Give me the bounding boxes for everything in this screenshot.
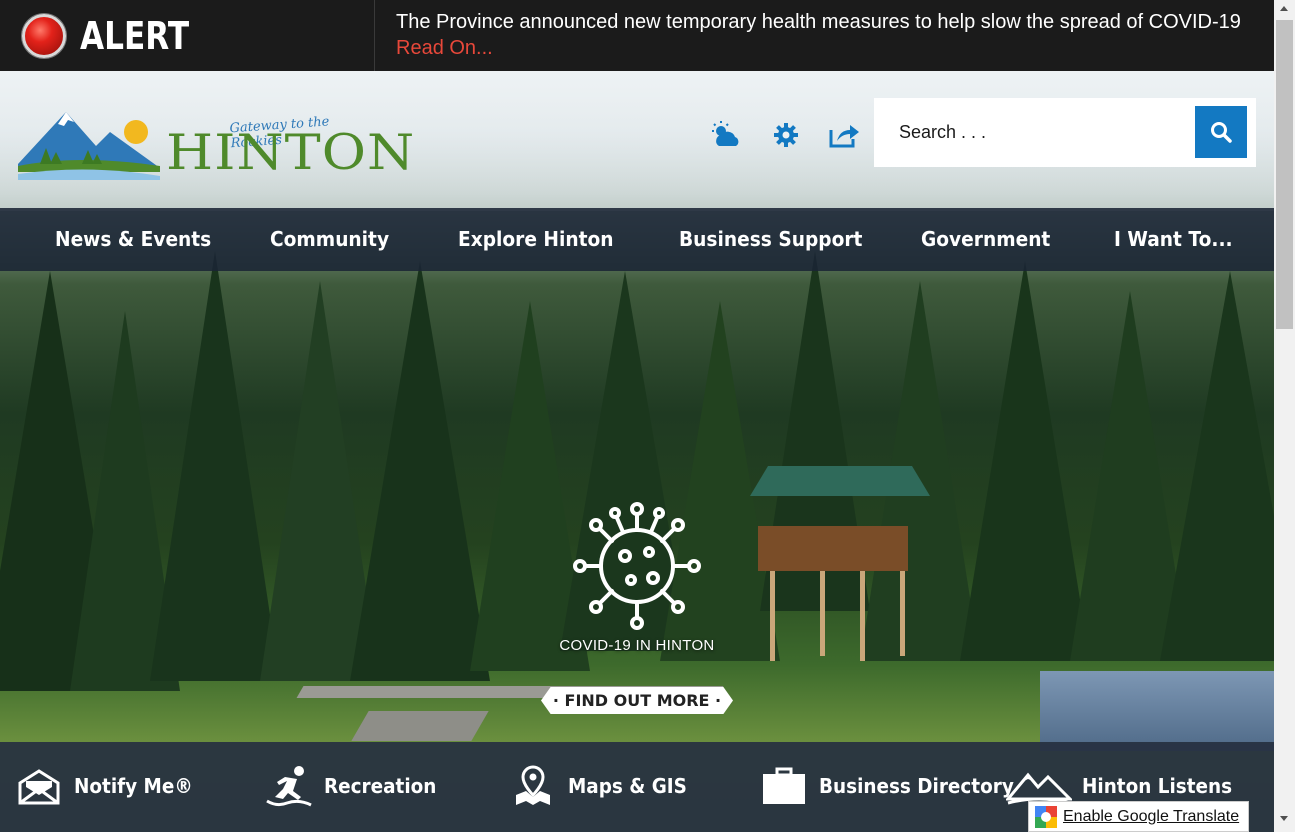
- main-navigation: News & Events Community Explore Hinton B…: [0, 208, 1274, 271]
- weather-icon[interactable]: [709, 119, 743, 151]
- scroll-up-arrow-icon[interactable]: [1280, 6, 1288, 11]
- tower-leg: [820, 571, 825, 656]
- search-button[interactable]: [1195, 106, 1247, 158]
- nav-item-news-events[interactable]: News & Events: [55, 208, 211, 271]
- search-icon: [1211, 122, 1232, 143]
- quick-link-label: Notify Me®: [74, 774, 193, 798]
- envelope-icon: [14, 764, 64, 808]
- tree-shape: [1160, 271, 1274, 661]
- quick-link-business-directory[interactable]: Business Directory: [759, 764, 1031, 808]
- find-out-more-button[interactable]: · FIND OUT MORE ·: [541, 687, 733, 714]
- hinton-logo[interactable]: Gateway to the Rockies HINTON: [18, 106, 414, 184]
- alert-light-icon: [22, 13, 66, 58]
- quick-link-label: Business Directory: [819, 774, 1014, 798]
- map-pin-icon: [508, 764, 558, 808]
- google-translate-button[interactable]: Enable Google Translate: [1028, 801, 1249, 832]
- observation-tower-roof: [750, 466, 930, 496]
- gear-icon-graphic: [774, 123, 798, 147]
- scrollbar-thumb[interactable]: [1276, 20, 1293, 329]
- alert-badge: ALERT: [0, 0, 375, 71]
- weather-icon-graphic: [712, 121, 739, 146]
- alert-content: The Province announced new temporary hea…: [375, 0, 1241, 71]
- hero-caption: COVID-19 IN HINTON: [559, 637, 715, 654]
- search-input[interactable]: [874, 98, 1195, 167]
- nav-item-community[interactable]: Community: [270, 208, 389, 271]
- share-icon-graphic: [829, 125, 859, 148]
- observation-tower-deck: [758, 526, 908, 571]
- alert-message: The Province announced new temporary hea…: [396, 11, 1241, 33]
- logo-wordmark: HINTON: [166, 124, 416, 181]
- share-icon[interactable]: [827, 119, 861, 151]
- quick-link-notify-me[interactable]: Notify Me®: [14, 764, 203, 808]
- quick-link-recreation[interactable]: Recreation: [264, 764, 446, 808]
- page-scrollbar[interactable]: [1274, 0, 1295, 832]
- tree-shape: [350, 261, 490, 681]
- mountain-logo-icon: [18, 112, 160, 180]
- nav-item-business-support[interactable]: Business Support: [679, 208, 862, 271]
- scroll-down-arrow-icon[interactable]: [1280, 816, 1288, 821]
- hero-background-photo: [0, 71, 1274, 832]
- briefcase-icon: [759, 764, 809, 808]
- tower-leg: [900, 571, 905, 656]
- lake-water: [1040, 671, 1274, 751]
- gear-icon[interactable]: [769, 119, 803, 151]
- quick-link-maps-gis[interactable]: Maps & GIS: [508, 764, 697, 808]
- boardwalk: [351, 711, 489, 741]
- alert-bar: ALERT The Province announced new tempora…: [0, 0, 1274, 71]
- search-box: [874, 98, 1256, 167]
- nav-item-government[interactable]: Government: [921, 208, 1050, 271]
- quick-link-label: Maps & GIS: [568, 774, 687, 798]
- virus-icon[interactable]: [571, 500, 703, 632]
- nav-item-i-want-to[interactable]: I Want To...: [1114, 208, 1233, 271]
- google-logo-icon: [1035, 805, 1057, 828]
- translate-label: Enable Google Translate: [1063, 807, 1240, 825]
- tower-leg: [860, 571, 865, 661]
- alert-read-on-link[interactable]: Read On...: [396, 35, 493, 61]
- quick-link-label: Recreation: [324, 774, 437, 798]
- alert-label: ALERT: [80, 13, 190, 58]
- quick-link-label: Hinton Listens: [1082, 774, 1233, 798]
- nav-item-explore-hinton[interactable]: Explore Hinton: [458, 208, 614, 271]
- runner-icon: [264, 764, 314, 808]
